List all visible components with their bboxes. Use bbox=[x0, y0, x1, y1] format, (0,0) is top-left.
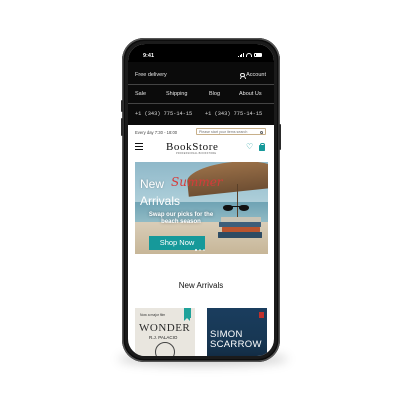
status-icons bbox=[237, 52, 262, 57]
product-card-wonder[interactable]: Now a major film WONDER R.J. PALACIO bbox=[135, 308, 195, 356]
bookmark-badge-icon bbox=[184, 308, 191, 321]
top-header: Free delivery Account Sale Shipping Blog… bbox=[128, 62, 274, 125]
phone-screen: 9:41 Free delivery Account Sale Shipping… bbox=[128, 44, 274, 356]
wifi-icon bbox=[246, 52, 252, 57]
status-time: 9:41 bbox=[143, 53, 155, 59]
heart-icon[interactable]: ♡ bbox=[246, 143, 253, 151]
hero-subtitle-line: Swap our picks for the bbox=[148, 212, 214, 218]
header-row: Free delivery Account bbox=[128, 62, 274, 84]
nav-item-about-us[interactable]: About Us bbox=[239, 91, 262, 97]
book-tagline: Now a major film bbox=[140, 313, 166, 317]
user-icon bbox=[239, 72, 246, 79]
nav-item-sale[interactable]: Sale bbox=[135, 91, 146, 97]
account-label: Account bbox=[246, 72, 266, 78]
shop-now-button[interactable]: Shop Now bbox=[149, 236, 205, 250]
hero-heading-summer: Summer bbox=[171, 175, 223, 189]
menu-icon[interactable] bbox=[135, 143, 143, 151]
free-delivery-link[interactable]: Free delivery bbox=[135, 72, 167, 78]
search-box bbox=[196, 128, 266, 135]
volume-button bbox=[121, 100, 123, 112]
store-tagline: PROFESSIONAL BOOKSTORE bbox=[176, 152, 217, 155]
carousel-dots bbox=[195, 249, 205, 251]
account-link[interactable]: Account bbox=[239, 72, 266, 79]
notch bbox=[172, 44, 230, 55]
phone-numbers: +1 (343) 775-14-15 +1 (343) 775-14-15 bbox=[128, 103, 274, 125]
book-cover-face bbox=[155, 342, 175, 356]
volume-button bbox=[121, 118, 123, 136]
book-title: WONDER bbox=[139, 322, 191, 334]
hero-subtitle: Swap our picks for the beach season bbox=[135, 212, 227, 226]
hero-heading-new: New bbox=[140, 177, 165, 191]
book-author-cover: SIMON SCARROW bbox=[210, 330, 262, 350]
battery-icon bbox=[254, 52, 262, 57]
nav-item-blog[interactable]: Blog bbox=[209, 91, 220, 97]
hero-subtitle-line: beach season bbox=[161, 219, 201, 225]
carousel-dot[interactable] bbox=[199, 249, 201, 251]
phone-link[interactable]: +1 (343) 775-14-15 bbox=[135, 111, 192, 117]
signal-icon bbox=[237, 52, 244, 57]
carousel-dot[interactable] bbox=[195, 249, 197, 251]
book-author: R.J. PALACIO bbox=[149, 335, 178, 340]
cover-tab bbox=[259, 312, 264, 318]
search-input[interactable] bbox=[199, 129, 259, 134]
nav-item-shipping[interactable]: Shipping bbox=[166, 91, 187, 97]
phone-link[interactable]: +1 (343) 775-14-15 bbox=[205, 111, 262, 117]
sunglasses-image bbox=[223, 205, 249, 212]
shopping-bag-icon[interactable] bbox=[259, 143, 265, 151]
hero-heading-arrivals: Arrivals bbox=[140, 194, 181, 208]
section-title: New Arrivals bbox=[178, 281, 224, 290]
hero-banner[interactable]: New Summer Arrivals Swap our picks for t… bbox=[135, 162, 268, 254]
cover-text-line: SCARROW bbox=[210, 339, 262, 350]
logo-bar: BookStore PROFESSIONAL BOOKSTORE ♡ bbox=[128, 138, 274, 158]
power-button bbox=[279, 124, 281, 150]
opening-hours: Every day 7:30 - 18:00 bbox=[135, 129, 178, 135]
product-card-scarrow[interactable]: SIMON SCARROW bbox=[207, 308, 267, 356]
info-strip: Every day 7:30 - 18:00 bbox=[128, 125, 274, 138]
carousel-dot[interactable] bbox=[203, 249, 205, 251]
phone-frame: 9:41 Free delivery Account Sale Shipping… bbox=[121, 38, 281, 362]
top-nav: Sale Shipping Blog About Us bbox=[128, 84, 274, 103]
search-icon[interactable] bbox=[260, 130, 263, 134]
